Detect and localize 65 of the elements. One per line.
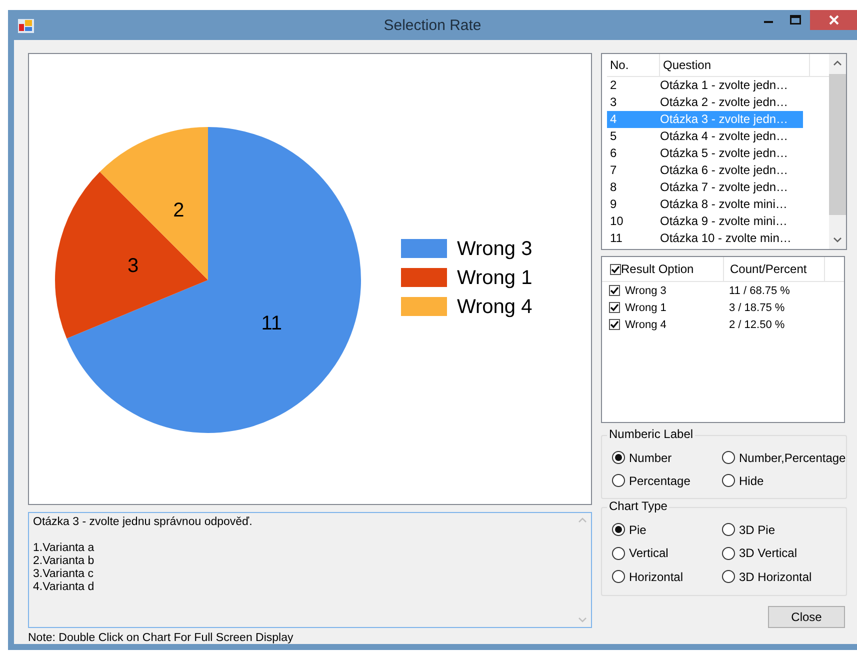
window-title: Selection Rate [382, 17, 482, 34]
checkbox[interactable] [609, 285, 620, 296]
close-button[interactable] [810, 10, 857, 30]
data-label: 2 [173, 199, 184, 222]
radio-button[interactable] [612, 546, 625, 560]
question-row[interactable]: 9 Otázka 8 - zvolte mini… [607, 196, 803, 213]
checkbox[interactable] [610, 264, 621, 274]
option-label: Wrong 1 [625, 302, 668, 314]
radio-button[interactable] [612, 570, 625, 584]
radio-button[interactable] [612, 474, 625, 487]
close-icon [828, 15, 838, 25]
option-label: Wrong 3 [625, 284, 668, 296]
radio-button[interactable] [722, 474, 735, 487]
option-label: Wrong 4 [625, 318, 668, 330]
option-label: 3D Horizontal [739, 570, 812, 584]
close-button[interactable]: Close [768, 606, 845, 628]
column-header[interactable]: Question [660, 54, 810, 76]
group-title: Numberic Label [607, 427, 696, 441]
option-label: Number [629, 450, 672, 464]
legend-label: Wrong 4 [457, 296, 532, 318]
legend-label: Wrong 3 [457, 238, 532, 260]
question-row[interactable]: 11 Otázka 10 - zvolte min… [607, 230, 803, 247]
question-row[interactable]: 2 Otázka 1 - zvolte jedn… [607, 77, 803, 94]
question-row[interactable]: 8 Otázka 7 - zvolte jedn… [607, 179, 803, 196]
question-list[interactable] [601, 53, 847, 250]
chart-area[interactable]: 11 3 2 Wrong 3 Wrong 1 Wrong 4 [28, 53, 592, 505]
count-percent: 2 / 12.50 % [729, 318, 785, 330]
question-row[interactable]: 6 Otázka 5 - zvolte jedn… [607, 145, 803, 162]
option-label: 3D Vertical [739, 546, 798, 560]
checkbox[interactable] [609, 302, 620, 313]
option-label: Vertical [629, 546, 668, 560]
group-title: Chart Type [607, 499, 670, 513]
count-percent: 11 / 68.75 % [729, 284, 790, 296]
option-label: Horizontal [629, 570, 684, 584]
question-row[interactable]: 7 Otázka 6 - zvolte jedn… [607, 162, 803, 179]
note-text: Note: Double Click on Chart For Full Screen Display [28, 632, 294, 644]
column-header[interactable]: Result Option [621, 262, 694, 276]
maximize-icon [790, 15, 800, 25]
question-row[interactable]: 10 Otázka 9 - zvolte mini… [607, 213, 803, 230]
data-label: 3 [127, 255, 139, 278]
question-text: Otázka 3 - zvolte jednu správnou odpověď. 1.Varianta a 2.Varianta b 3.Varianta c 4.Varianta d [32, 515, 254, 595]
option-label: Pie [629, 522, 646, 537]
scrollbar-thumb[interactable] [829, 74, 846, 215]
legend-label: Wrong 1 [457, 267, 532, 289]
result-list[interactable]: Result Option Count/Percent Wrong 3 11 / 68.75 % Wrong 1 3 / 18.75 % Wrong 4 2 / 12.50 % [601, 256, 845, 423]
radio-button[interactable] [722, 546, 735, 560]
radio-button[interactable] [722, 523, 735, 536]
radio-button[interactable] [722, 451, 735, 464]
radio-button[interactable] [612, 523, 625, 536]
option-label: Percentage [629, 474, 690, 488]
column-header[interactable]: No. [607, 54, 660, 76]
radio-button[interactable] [722, 570, 735, 584]
app-icon [18, 19, 34, 33]
question-row[interactable]: 3 Otázka 2 - zvolte jedn… [607, 94, 803, 111]
question-row[interactable]: 5 Otázka 4 - zvolte jedn… [607, 128, 803, 145]
count-percent: 3 / 18.75 % [729, 302, 785, 314]
option-label: 3D Pie [739, 522, 776, 537]
scroll-down-icon[interactable] [833, 237, 842, 243]
option-label: Number,Percentage [739, 450, 846, 464]
checkbox[interactable] [609, 319, 620, 330]
scroll-up-icon[interactable] [833, 60, 842, 66]
data-label: 11 [261, 312, 282, 334]
option-label: Hide [739, 474, 764, 488]
radio-button[interactable] [612, 451, 625, 464]
column-header[interactable]: Count/Percent [724, 257, 825, 281]
